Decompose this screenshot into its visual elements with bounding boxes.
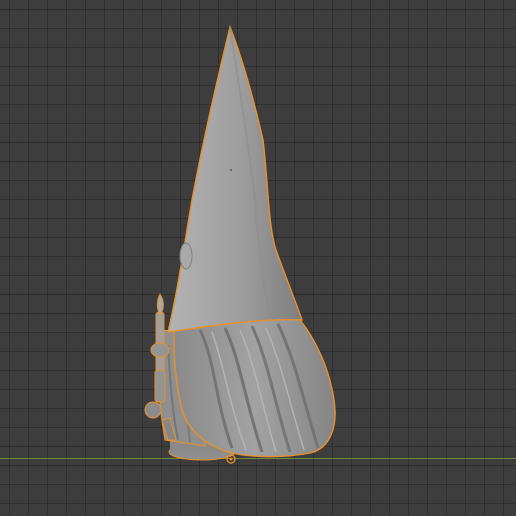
gnome-model[interactable] [0, 0, 516, 516]
3d-viewport[interactable] [0, 0, 516, 516]
gnome-ear [179, 242, 193, 270]
gnome-hat [167, 24, 304, 333]
gnome-beard [173, 314, 336, 458]
